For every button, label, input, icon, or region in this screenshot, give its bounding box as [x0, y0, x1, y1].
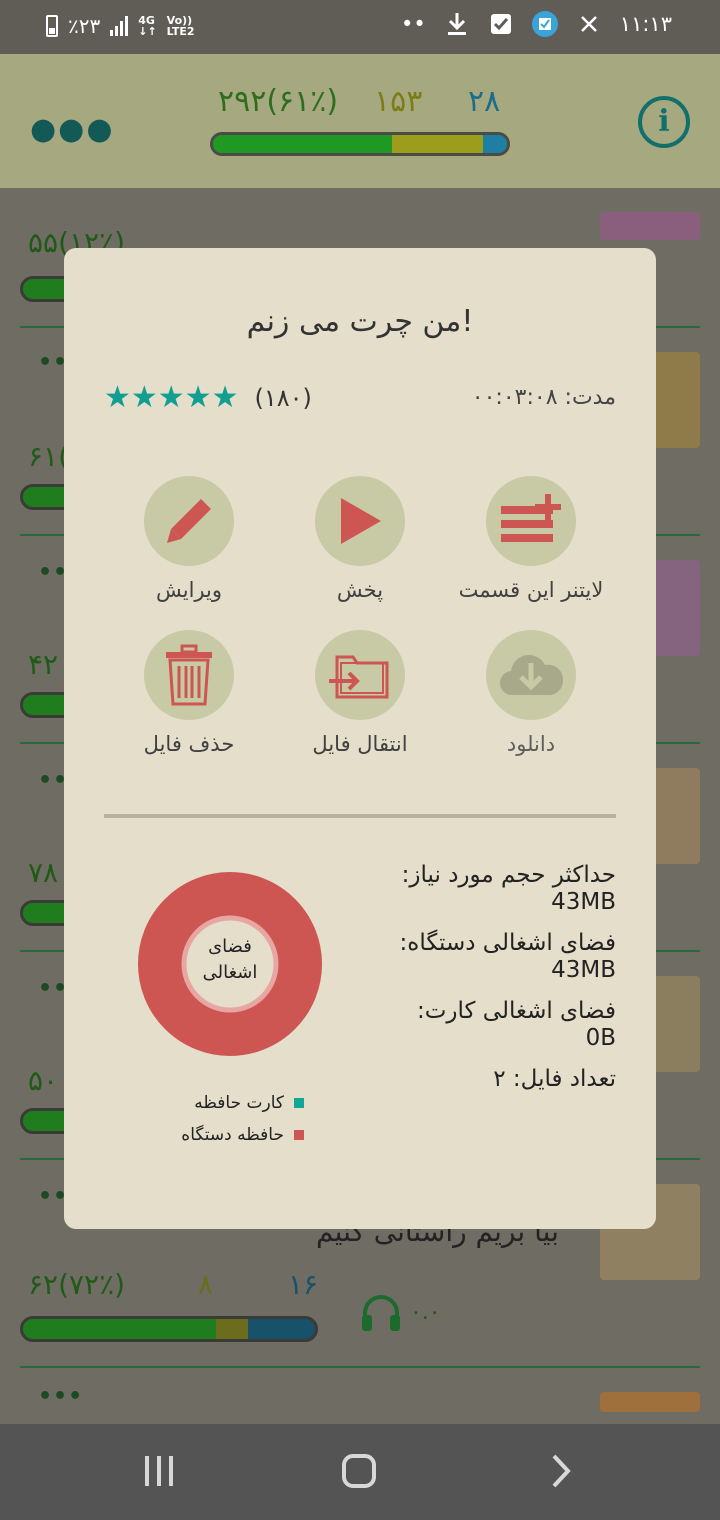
star-icon: ★★★★★	[104, 380, 239, 415]
row-stat: ۶۱(	[28, 440, 70, 473]
row-stat-green: ۶۲(۷۲٪)	[28, 1268, 126, 1301]
legend-swatch	[294, 1098, 304, 1108]
close-icon	[576, 11, 602, 37]
add-to-list-icon	[501, 494, 561, 542]
clock: ۱۱:۱۳	[619, 12, 672, 36]
episode-thumbnail	[600, 1392, 700, 1412]
storage-chart: فضای اشغالی	[138, 872, 322, 1056]
rating-count: (۱۸۰)	[254, 383, 312, 412]
signal-icon	[110, 16, 129, 36]
chart-center-label: فضای اشغالی	[202, 936, 258, 983]
duration-value: ۰۰:۰۳:۰۸	[471, 385, 558, 410]
pencil-icon	[167, 499, 211, 543]
header-progress-bar	[210, 132, 510, 156]
row-stat-yellow: ۸	[198, 1268, 214, 1301]
download-cloud-icon	[500, 655, 563, 696]
progress-yellow	[392, 135, 484, 153]
device-usage-value: 43MB	[551, 957, 616, 983]
move-file-button[interactable]: انتقال فایل	[275, 630, 445, 756]
legend-item-device: حافظه دستگاه	[174, 1125, 304, 1145]
file-count: تعداد فایل: ۲	[493, 1066, 616, 1092]
episode-thumbnail	[600, 212, 700, 240]
play-label: پخش	[336, 578, 384, 602]
card-usage-value: 0B	[585, 1025, 616, 1051]
row-stat-blue: ۱۶	[288, 1268, 319, 1301]
max-size-value: 43MB	[551, 889, 616, 915]
more-dots-icon[interactable]: ●●●	[30, 112, 115, 147]
progress-blue	[483, 135, 507, 153]
leitner-button[interactable]: لایتنر این قسمت	[446, 476, 616, 602]
edit-label: ویرایش	[155, 578, 223, 602]
delete-file-button[interactable]: حذف فایل	[104, 630, 274, 756]
app-header: ●●● ۲۹۲(۶۱٪) ۱۵۳ ۲۸ i	[0, 54, 720, 188]
status-bar: ٪۲۳ 4G ↓↑ Vo)) LTE2 •• ۱۱:۱۳	[0, 0, 720, 54]
home-icon[interactable]	[340, 1446, 380, 1496]
stat-reviewing: ۱۵۳	[374, 84, 423, 119]
legend-swatch	[294, 1130, 304, 1140]
chart-legend: کارت حافظه حافظه دستگاه	[174, 1093, 304, 1157]
leitner-label: لایتنر این قسمت	[458, 578, 604, 602]
row-menu-icon[interactable]: •••	[38, 1384, 83, 1409]
volte-indicator: Vo)) LTE2	[166, 14, 195, 38]
device-usage-label: فضای اشغالی دستگاه:	[399, 930, 616, 956]
storage-info: حداکثر حجم مورد نیاز: 43MB فضای اشغالی د…	[316, 862, 616, 1092]
back-icon[interactable]	[546, 1446, 576, 1496]
battery-icon	[46, 15, 58, 37]
legend-item-card: کارت حافظه	[174, 1093, 304, 1113]
download-icon	[444, 11, 470, 37]
play-icon	[341, 498, 381, 544]
progress-green	[213, 135, 393, 153]
listen-progress: ۰.۰	[410, 1300, 441, 1325]
duration-label: مدت:	[564, 385, 616, 410]
app-notification-icon	[531, 11, 558, 37]
headphones-icon	[362, 1295, 400, 1331]
network-type: 4G ↓↑	[138, 14, 157, 38]
download-label: دانلود	[506, 732, 556, 756]
move-file-label: انتقال فایل	[312, 732, 408, 756]
row-progress-bar	[20, 1316, 318, 1342]
stat-learned: ۲۹۲(۶۱٪)	[218, 84, 339, 119]
battery-level: ٪۲۳	[68, 14, 101, 38]
card-usage-label: فضای اشغالی کارت:	[417, 998, 616, 1024]
checkbox-icon	[488, 11, 514, 37]
play-button[interactable]: پخش	[275, 476, 445, 602]
status-dots: ••	[401, 12, 426, 36]
row-stat: ۵۰	[28, 1064, 59, 1097]
rating[interactable]: ★★★★★ (۱۸۰)	[104, 380, 312, 415]
row-stat: ۷۸	[28, 856, 59, 889]
edit-button[interactable]: ویرایش	[104, 476, 274, 602]
move-folder-icon	[329, 655, 389, 699]
episode-dialog: من چرت می زنم! مدت: ۰۰:۰۳:۰۸ ★★★★★ (۱۸۰)…	[64, 248, 656, 1229]
stat-new: ۲۸	[468, 84, 501, 119]
delete-file-label: حذف فایل	[143, 732, 235, 756]
duration: مدت: ۰۰:۰۳:۰۸	[472, 385, 616, 410]
download-button[interactable]: دانلود	[446, 630, 616, 756]
navigation-bar	[0, 1424, 720, 1520]
dialog-title: من چرت می زنم!	[246, 304, 474, 339]
trash-icon	[166, 644, 212, 706]
recents-icon[interactable]	[142, 1446, 176, 1496]
info-icon[interactable]: i	[638, 96, 690, 148]
divider	[104, 814, 616, 818]
row-stat: ۴۲	[28, 648, 59, 681]
max-size-label: حداکثر حجم مورد نیاز:	[401, 862, 616, 888]
